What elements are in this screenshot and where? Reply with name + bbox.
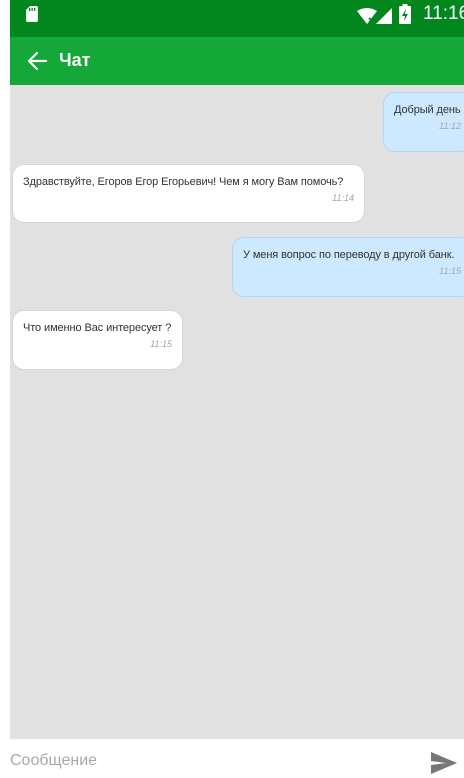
sim-card-icon	[26, 6, 38, 22]
wifi-icon	[357, 8, 377, 24]
signal-icon	[376, 8, 392, 24]
message-time: 11:14	[332, 193, 354, 203]
message-time: 11:12	[439, 121, 461, 131]
message-input[interactable]	[10, 747, 415, 775]
message-time: 11:15	[150, 339, 172, 349]
status-bar: 11:16	[10, 0, 464, 37]
arrow-left-icon[interactable]	[26, 50, 48, 72]
outgoing-message: У меня вопрос по переводу в другой банк.…	[232, 237, 464, 297]
battery-charging-icon	[399, 4, 411, 24]
message-text: Что именно Вас интересует ?	[23, 322, 172, 334]
screen-edge	[0, 0, 10, 778]
message-text: Здравствуйте, Егоров Егор Егорьевич! Чем…	[23, 176, 344, 188]
message-list[interactable]: Добрый день 11:12 Здравствуйте, Егоров Е…	[10, 85, 464, 739]
status-time: 11:16	[423, 3, 464, 24]
page-title: Чат	[59, 50, 91, 70]
incoming-message: Что именно Вас интересует ? 11:15	[12, 310, 183, 370]
message-composer	[10, 739, 464, 778]
incoming-message: Здравствуйте, Егоров Егор Егорьевич! Чем…	[12, 164, 365, 223]
message-text: Добрый день	[394, 104, 461, 116]
message-text: У меня вопрос по переводу в другой банк.	[243, 249, 455, 261]
app-bar: Чат	[10, 37, 464, 85]
message-time: 11:15	[439, 266, 461, 276]
send-button[interactable]	[431, 752, 457, 774]
outgoing-message: Добрый день 11:12	[383, 92, 464, 152]
send-icon	[431, 752, 457, 774]
